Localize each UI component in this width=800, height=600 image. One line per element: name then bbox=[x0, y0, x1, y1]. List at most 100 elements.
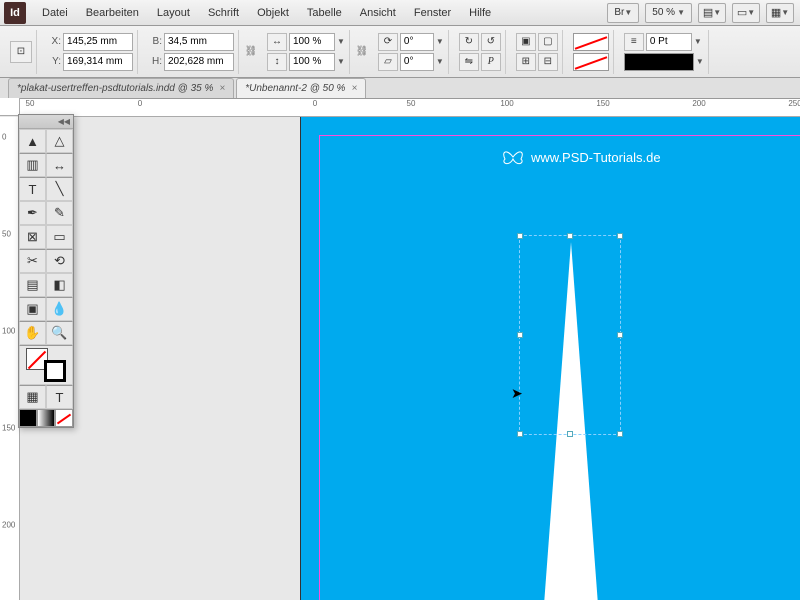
select-container-icon[interactable]: ▣ bbox=[516, 33, 536, 51]
ruler-tick: 200 bbox=[2, 521, 15, 530]
hand-tool[interactable]: ✋ bbox=[19, 321, 46, 345]
page-tool[interactable]: ▥ bbox=[19, 153, 46, 177]
menu-objekt[interactable]: Objekt bbox=[249, 3, 297, 23]
scale-y-field[interactable] bbox=[289, 53, 335, 71]
width-field[interactable] bbox=[164, 33, 234, 51]
document-canvas[interactable]: www.PSD-Tutorials.de ➤ bbox=[20, 117, 800, 600]
gradient-feather-tool[interactable]: ◧ bbox=[46, 273, 73, 297]
x-field[interactable] bbox=[63, 33, 133, 51]
tools-panel[interactable]: ◀◀ ▲△▥↔T╲✒✎⊠▭✂⟲▤◧▣💧✋🔍▦T bbox=[18, 114, 74, 428]
shear-field[interactable] bbox=[400, 53, 434, 71]
resize-handle[interactable] bbox=[617, 431, 623, 437]
tab-title: *Unbenannt-2 @ 50 % bbox=[245, 83, 345, 94]
apply-none-icon[interactable] bbox=[55, 409, 73, 427]
ruler-tick: 250 bbox=[788, 99, 800, 108]
scale-y-icon: ↕ bbox=[267, 53, 287, 71]
app-icon: Id bbox=[4, 2, 26, 24]
bridge-button[interactable]: Br ▼ bbox=[607, 3, 639, 23]
cursor-icon: ➤ bbox=[511, 385, 523, 402]
ruler-tick: 150 bbox=[596, 99, 609, 108]
menu-bearbeiten[interactable]: Bearbeiten bbox=[78, 3, 147, 23]
reference-point-icon[interactable]: ⊡ bbox=[10, 41, 32, 63]
height-field[interactable] bbox=[164, 53, 234, 71]
pen-tool[interactable]: ✒ bbox=[19, 201, 46, 225]
stroke-swatch-icon[interactable] bbox=[44, 360, 66, 382]
menu-fenster[interactable]: Fenster bbox=[406, 3, 459, 23]
document-tab[interactable]: *plakat-usertreffen-psdtutorials.indd @ … bbox=[8, 78, 234, 98]
apply-color-icon[interactable] bbox=[19, 409, 37, 427]
selection-tool[interactable]: ▲ bbox=[19, 129, 46, 153]
horizontal-ruler[interactable]: 500050100150200250 bbox=[20, 99, 800, 117]
collapse-icon[interactable]: ◀◀ bbox=[58, 117, 70, 126]
gradient-swatch-tool[interactable]: ▤ bbox=[19, 273, 46, 297]
resize-handle[interactable] bbox=[517, 233, 523, 239]
reference-point-group: ⊡ bbox=[6, 30, 37, 74]
menu-tabelle[interactable]: Tabelle bbox=[299, 3, 350, 23]
zoom-level[interactable]: 50 % ▼ bbox=[645, 3, 692, 23]
free-transform-tool[interactable]: ⟲ bbox=[46, 249, 73, 273]
close-icon[interactable]: × bbox=[219, 83, 225, 94]
normal-mode-tool[interactable]: ▦ bbox=[19, 385, 46, 409]
menu-datei[interactable]: Datei bbox=[34, 3, 76, 23]
fill-swatch[interactable] bbox=[573, 33, 609, 51]
resize-handle[interactable] bbox=[567, 431, 573, 437]
ruler-tick: 100 bbox=[2, 327, 15, 336]
menu-ansicht[interactable]: Ansicht bbox=[352, 3, 404, 23]
width-label: B: bbox=[148, 36, 162, 47]
ruler-origin-corner[interactable] bbox=[0, 98, 20, 116]
menu-schrift[interactable]: Schrift bbox=[200, 3, 247, 23]
resize-handle[interactable] bbox=[567, 233, 573, 239]
zoom-tool[interactable]: 🔍 bbox=[46, 321, 73, 345]
scale-x-icon: ↔ bbox=[267, 33, 287, 51]
resize-handle[interactable] bbox=[617, 233, 623, 239]
paragraph-icon[interactable]: P bbox=[481, 53, 501, 71]
screen-mode-icon[interactable]: ▭▼ bbox=[732, 3, 760, 23]
constrain-scale-icon[interactable]: ⛓ bbox=[356, 42, 368, 62]
arrange-documents-icon[interactable]: ▦▼ bbox=[766, 3, 794, 23]
x-label: X: bbox=[47, 36, 61, 47]
view-options-icon[interactable]: ▤▼ bbox=[698, 3, 726, 23]
control-panel: ⊡ X: Y: B: H: ⛓ ↔▼ ↕▼ ⛓ ⟳▼ ▱▼ ↻↺ ⇋P ▣▢ ⊞… bbox=[0, 26, 800, 78]
stroke-weight-field[interactable] bbox=[646, 33, 692, 51]
resize-handle[interactable] bbox=[517, 332, 523, 338]
y-field[interactable] bbox=[63, 53, 133, 71]
formatting-text-tool[interactable]: T bbox=[46, 385, 73, 409]
stroke-style-swatch[interactable] bbox=[624, 53, 694, 71]
selection-bounding-box[interactable] bbox=[519, 235, 621, 435]
select-content-icon[interactable]: ▢ bbox=[538, 33, 558, 51]
close-icon[interactable]: × bbox=[351, 83, 357, 94]
menu-layout[interactable]: Layout bbox=[149, 3, 198, 23]
stroke-weight-icon: ≡ bbox=[624, 33, 644, 51]
rectangle-frame-tool[interactable]: ⊠ bbox=[19, 225, 46, 249]
type-tool[interactable]: T bbox=[19, 177, 46, 201]
rotate-field[interactable] bbox=[400, 33, 434, 51]
scissors-tool[interactable]: ✂ bbox=[19, 249, 46, 273]
rotate-cw-icon[interactable]: ↻ bbox=[459, 33, 479, 51]
eyedropper-tool[interactable]: 💧 bbox=[46, 297, 73, 321]
line-tool[interactable]: ╲ bbox=[46, 177, 73, 201]
scale-x-field[interactable] bbox=[289, 33, 335, 51]
note-tool[interactable]: ▣ bbox=[19, 297, 46, 321]
ruler-tick: 50 bbox=[407, 99, 416, 108]
panel-header[interactable]: ◀◀ bbox=[19, 115, 73, 129]
direct-selection-tool[interactable]: △ bbox=[46, 129, 73, 153]
rotate-ccw-icon[interactable]: ↺ bbox=[481, 33, 501, 51]
rectangle-tool[interactable]: ▭ bbox=[46, 225, 73, 249]
apply-gradient-icon[interactable] bbox=[37, 409, 55, 427]
fit-frame-icon[interactable]: ⊟ bbox=[538, 53, 558, 71]
ruler-tick: 50 bbox=[26, 99, 35, 108]
artboard: www.PSD-Tutorials.de ➤ bbox=[300, 117, 800, 600]
fit-content-icon[interactable]: ⊞ bbox=[516, 53, 536, 71]
constrain-proportions-icon[interactable]: ⛓ bbox=[245, 42, 257, 62]
menu-hilfe[interactable]: Hilfe bbox=[461, 3, 499, 23]
fill-stroke-control[interactable] bbox=[19, 345, 73, 385]
resize-handle[interactable] bbox=[617, 332, 623, 338]
flip-h-icon[interactable]: ⇋ bbox=[459, 53, 479, 71]
stroke-swatch[interactable] bbox=[573, 53, 609, 71]
work-area: 500050100150200250 050100150200 www.PSD-… bbox=[0, 99, 800, 600]
pencil-tool[interactable]: ✎ bbox=[46, 201, 73, 225]
gap-tool[interactable]: ↔ bbox=[46, 153, 73, 177]
document-tab[interactable]: *Unbenannt-2 @ 50 % × bbox=[236, 78, 366, 98]
vertical-ruler[interactable]: 050100150200 bbox=[0, 117, 20, 600]
resize-handle[interactable] bbox=[517, 431, 523, 437]
